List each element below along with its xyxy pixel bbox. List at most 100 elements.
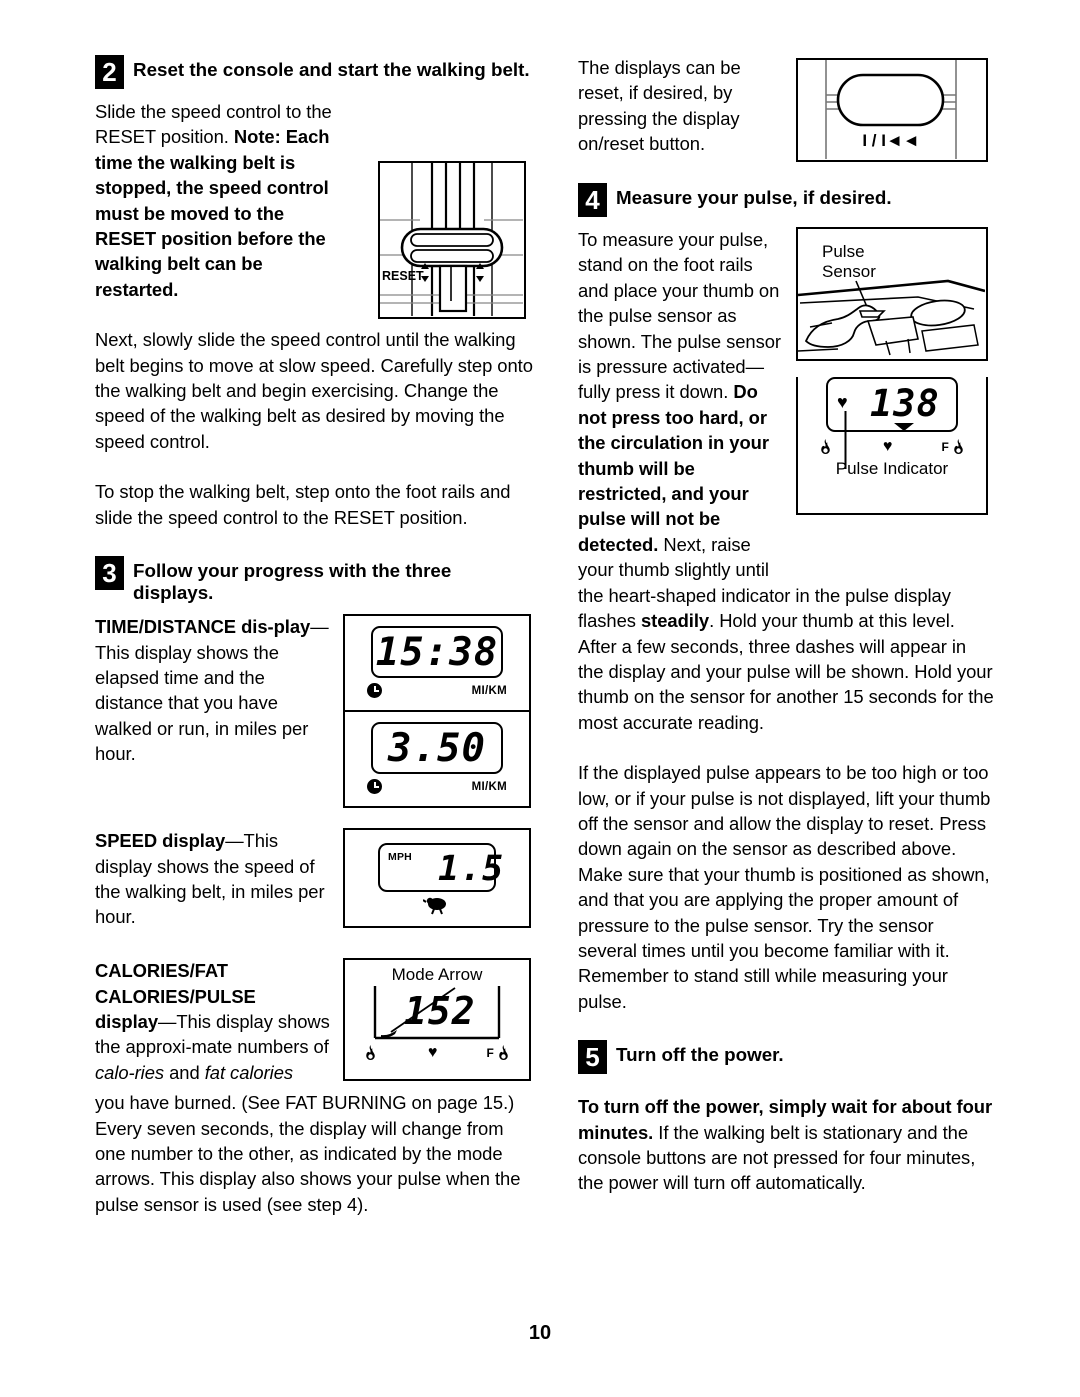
- pulse-display-panel: ♥ 138 ♥ F Pulse Indicator: [796, 377, 988, 515]
- speed-control-svg: RESET: [380, 163, 523, 316]
- fat-label: F: [941, 439, 949, 454]
- speed-figure: MPH 1.5: [343, 828, 531, 929]
- speed-display-panel: MPH 1.5: [343, 828, 531, 929]
- distance-lcd: 3.50: [371, 722, 503, 775]
- p4-plain-a: To measure your pulse, stand on the foot…: [578, 229, 781, 403]
- flame-icon: [499, 1045, 508, 1061]
- step-2-paragraph-3: To stop the walking belt, step onto the …: [95, 481, 511, 528]
- step-2-body: Slide the speed control to the RESET pos…: [95, 99, 535, 319]
- step-number-badge: 4: [578, 183, 607, 217]
- p4b-steadily-bold: steadily: [640, 610, 710, 632]
- step-number-badge: 3: [95, 556, 124, 591]
- pulse-sensor-label-line1: Pulse: [822, 242, 865, 261]
- runner-icon-row: [345, 895, 529, 920]
- fat-label: F: [486, 1045, 494, 1060]
- pulse-sensor-illustration: Pulse Sensor: [797, 242, 986, 356]
- step-2-title: Reset the console and start the walking …: [133, 59, 530, 80]
- speed-block: SPEED display—This display shows the spe…: [95, 828, 535, 940]
- mode-arrow-down-icon: [894, 423, 914, 431]
- speed-value: 1.5: [438, 849, 505, 890]
- reset-label: RESET: [382, 269, 424, 283]
- pulse-sensor-label-line2: Sensor: [822, 262, 876, 281]
- flame-icon: [821, 439, 830, 454]
- step-4-title: Measure your pulse, if desired.: [616, 187, 892, 208]
- p4-warning-bold: Do not press too hard, or the circulatio…: [578, 381, 769, 555]
- calories-text: CALORIES/FAT CALORIES/PULSE display—This d…: [95, 958, 333, 1085]
- step-number-badge: 2: [95, 55, 124, 89]
- mode-arrow-pointer: [381, 987, 456, 1038]
- step-2-paragraph-1: Slide the speed control to the RESET pos…: [95, 99, 333, 302]
- time-unit-label: MI/KM: [471, 684, 507, 697]
- pulse-figure: Pulse Sensor ♥ 138 ♥ F Pulse Indicator: [796, 227, 988, 515]
- speed-control-figure: RESET: [378, 161, 526, 319]
- pulse-icon-row: ♥ F: [817, 438, 967, 455]
- distance-label-row: MI/KM: [367, 779, 507, 795]
- calories-display-panel: Mode Arrow 152 ♥ F: [343, 958, 531, 1082]
- timedistance-bold-b: play: [273, 616, 311, 638]
- left-column: 2 Reset the console and start the walkin…: [95, 55, 535, 1217]
- pulse-sensor-panel: Pulse Sensor: [796, 227, 988, 361]
- speed-control-frame: RESET: [378, 161, 526, 319]
- clock-icon: [367, 683, 382, 699]
- calories-italic-b: fat calories: [204, 1061, 294, 1083]
- distance-value: 3.50: [388, 725, 486, 771]
- p2-note-bold: Note: Each time the walking belt is stop…: [95, 126, 330, 300]
- step-4-paragraph-2: the heart-shaped indicator in the pulse …: [578, 583, 996, 735]
- speed-unit-label: MPH: [388, 851, 412, 864]
- time-lcd: 15:38: [371, 626, 503, 679]
- timedistance-rest: —This display shows the elapsed time and…: [95, 616, 329, 765]
- right-column: The displays can be reset, if desired, b…: [578, 55, 996, 1196]
- timedistance-block: TIME/DISTANCE dis-play—This display show…: [95, 614, 535, 809]
- step-3-title: Follow your progress with the three disp…: [133, 560, 452, 604]
- flame-icon: [366, 1045, 375, 1061]
- speed-bold: SPEED display: [95, 830, 226, 852]
- time-value: 15:38: [375, 629, 499, 675]
- calories-icon-row: ♥ F: [362, 1044, 512, 1061]
- timedistance-text: TIME/DISTANCE dis-play—This display show…: [95, 614, 333, 766]
- speed-lcd: MPH 1.5: [378, 843, 503, 893]
- step-4-paragraph-1: To measure your pulse, stand on the foot…: [578, 227, 783, 583]
- onreset-block: The displays can be reset, if desired, b…: [578, 55, 996, 165]
- step-4-body: To measure your pulse, stand on the foot…: [578, 227, 996, 583]
- onreset-figure: I / I◄◄: [796, 58, 988, 162]
- distance-unit-label: MI/KM: [471, 780, 507, 793]
- clock-icon: [367, 779, 382, 795]
- step-2-paragraph-2: Next, slowly slide the speed control unt…: [95, 329, 533, 452]
- calories-block: CALORIES/FAT CALORIES/PULSE display—This d…: [95, 958, 535, 1086]
- onreset-frame: I / I◄◄: [796, 58, 988, 162]
- calories-bold-l1: CALORIES/FAT: [95, 960, 228, 982]
- step-4-heading: 4 Measure your pulse, if desired.: [578, 183, 996, 217]
- page-number: 10: [528, 1322, 552, 1344]
- onreset-button-svg: I / I◄◄: [825, 60, 957, 159]
- pulse-indicator-annotation: Pulse Indicator: [835, 459, 949, 478]
- calories-paragraph-rest: you have burned. (See FAT BURNING on pag…: [95, 1092, 521, 1215]
- mode-arrow-annotation: Mode Arrow: [391, 965, 483, 985]
- calories-figure: Mode Arrow 152 ♥ F: [343, 958, 531, 1082]
- step-5-title: Turn off the power.: [616, 1044, 784, 1066]
- timedistance-figure: 15:38 MI/KM 3.50 MI/KM: [343, 614, 531, 809]
- pulse-indicator-leader: [844, 411, 847, 469]
- runner-icon: [422, 897, 446, 915]
- heart-icon: ♥: [837, 392, 848, 412]
- speed-text: SPEED display—This display shows the spe…: [95, 828, 333, 930]
- timedistance-bold-a: TIME/DISTANCE dis-: [95, 616, 274, 638]
- step-2-heading: 2 Reset the console and start the walkin…: [95, 55, 535, 89]
- heart-icon: ♥: [882, 437, 893, 455]
- pulse-lcd: ♥ 138: [826, 377, 958, 469]
- step-number-badge: 5: [578, 1040, 607, 1075]
- calories-italic-a: calo-ries: [95, 1061, 165, 1083]
- distance-display-panel: 3.50 MI/KM: [343, 712, 531, 809]
- time-display-panel: 15:38 MI/KM: [343, 614, 531, 713]
- calories-bold-l2: CALORIES/PULSE: [95, 985, 256, 1007]
- manual-page: 2 Reset the console and start the walkin…: [0, 0, 1080, 1397]
- heart-icon: ♥: [427, 1043, 438, 1061]
- step-5-paragraph: To turn off the power, simply wait for a…: [578, 1094, 996, 1196]
- calories-plain-b: and: [164, 1061, 205, 1083]
- step-5-heading: 5 Turn off the power.: [578, 1040, 996, 1075]
- flame-icon: [954, 439, 963, 454]
- fat-flame-group: F: [941, 438, 967, 455]
- onreset-paragraph: The displays can be reset, if desired, b…: [578, 57, 741, 155]
- pulse-value: 138: [870, 382, 940, 425]
- step-3-heading: 3 Follow your progress with the three di…: [95, 556, 535, 604]
- step-4-paragraph-3: If the displayed pulse appears to be too…: [578, 762, 991, 1012]
